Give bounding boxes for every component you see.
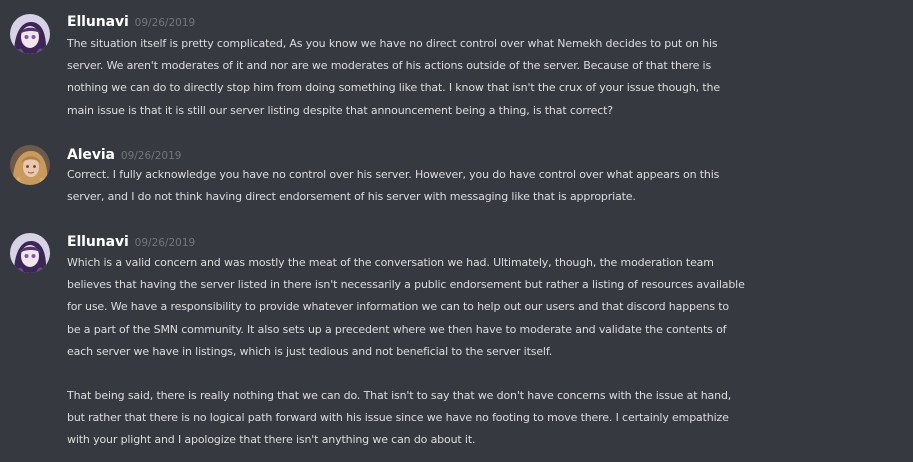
message-line: Which is a valid concern and was mostly … xyxy=(67,256,714,269)
message-header: Ellunavi 09/26/2019 xyxy=(67,11,195,31)
timestamp: 09/26/2019 xyxy=(134,17,196,29)
message-line: but rather that there is no logical path… xyxy=(67,411,729,425)
message-text: The situation itself is pretty complicat… xyxy=(67,33,913,122)
message-header: Ellunavi 09/26/2019 xyxy=(67,231,195,251)
message-line: be a part of the SMN community. It also … xyxy=(67,322,727,336)
message-text: Which is a valid concern and was mostly … xyxy=(67,252,913,363)
message-text: Correct. I fully acknowledge you have no… xyxy=(67,164,913,208)
message-line: for use. We have a responsibility to pro… xyxy=(67,300,729,314)
message-header: Alevia 09/26/2019 xyxy=(67,144,181,164)
message-line: each server we have in listings, which i… xyxy=(67,344,553,358)
message-line: The situation itself is pretty complicat… xyxy=(67,37,718,50)
message-line: server, and I do not think having direct… xyxy=(67,190,636,204)
message-line: server. We aren't moderates of it and no… xyxy=(67,59,712,73)
message-text: That being said, there is really nothing… xyxy=(67,385,913,452)
message-line: That being said, there is really nothing… xyxy=(67,389,732,402)
anime-girl-avatar-icon[interactable] xyxy=(10,233,50,273)
timestamp: 09/26/2019 xyxy=(134,237,196,249)
author-name[interactable]: Alevia xyxy=(67,147,115,163)
blonde-user-avatar-icon[interactable] xyxy=(10,145,50,185)
message-line: believes that having the server listed i… xyxy=(67,278,745,292)
author-name[interactable]: Ellunavi xyxy=(67,234,129,250)
message-line: nothing we can do to directly stop him f… xyxy=(67,81,720,95)
message-line: main issue is that it is still our serve… xyxy=(67,103,613,117)
message-line: with your plight and I apologize that th… xyxy=(67,433,476,447)
timestamp: 09/26/2019 xyxy=(120,150,182,162)
message-line: Correct. I fully acknowledge you have no… xyxy=(67,168,720,181)
anime-girl-avatar-icon[interactable] xyxy=(10,14,50,54)
author-name[interactable]: Ellunavi xyxy=(67,14,129,30)
